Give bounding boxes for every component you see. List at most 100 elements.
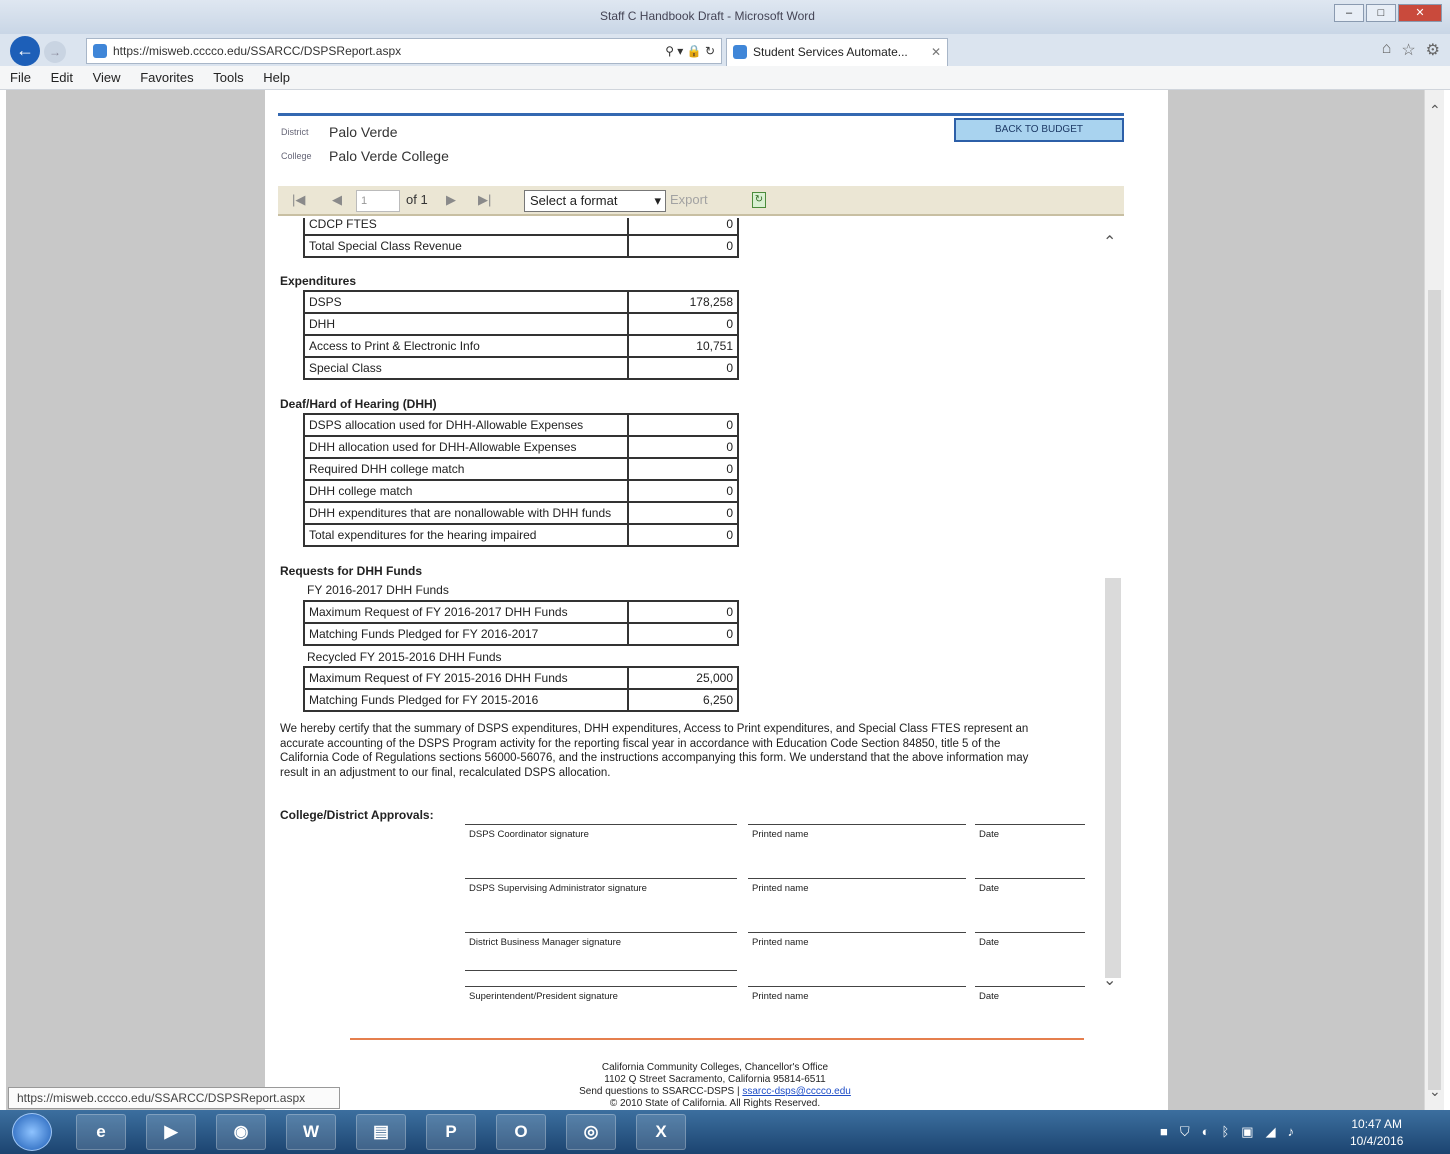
signature-line[interactable]: Superintendent/President signature xyxy=(465,986,737,1002)
report-scrollbar[interactable] xyxy=(1105,578,1121,978)
outlook-icon[interactable]: O xyxy=(496,1114,546,1150)
tray-app-icon[interactable]: ■ xyxy=(1160,1124,1168,1140)
report-scroll-down-icon[interactable]: ⌄ xyxy=(1103,970,1116,990)
address-url: https://misweb.cccco.edu/SSARCC/DSPSRepo… xyxy=(113,44,402,58)
last-page-icon[interactable]: ▶| xyxy=(478,192,491,208)
export-link[interactable]: Export xyxy=(670,192,708,207)
signature-line[interactable]: District Business Manager signature xyxy=(465,932,737,948)
media-player-icon[interactable]: ▶ xyxy=(146,1114,196,1150)
table-row: Total expenditures for the hearing impai… xyxy=(303,523,739,547)
clock[interactable]: 10:47 AM 10/4/2016 xyxy=(1350,1116,1403,1150)
menu-view[interactable]: View xyxy=(93,70,121,85)
chrome-icon[interactable]: ◉ xyxy=(216,1114,266,1150)
row-label: Total Special Class Revenue xyxy=(303,234,629,258)
back-to-budget-button[interactable]: BACK TO BUDGET xyxy=(954,118,1124,142)
signature-line[interactable]: DSPS Coordinator signature xyxy=(465,824,737,840)
excel-icon[interactable]: X xyxy=(636,1114,686,1150)
minimize-button[interactable]: – xyxy=(1334,4,1364,22)
row-label: DSPS allocation used for DHH-Allowable E… xyxy=(303,413,629,437)
address-toolbar: ← → https://misweb.cccco.edu/SSARCC/DSPS… xyxy=(0,34,1450,66)
printed-name-line[interactable]: Printed name xyxy=(748,878,966,894)
format-select[interactable]: Select a format ▾ xyxy=(524,190,666,212)
printed-name-line[interactable]: Printed name xyxy=(748,932,966,948)
printed-name-line[interactable]: Printed name xyxy=(748,824,966,840)
footer-line: California Community Colleges, Chancello… xyxy=(601,1062,829,1073)
tray-bluetooth-icon[interactable]: ᛒ xyxy=(1221,1124,1229,1140)
scroll-thumb[interactable] xyxy=(1428,290,1441,1090)
settings-gear-icon[interactable]: ⚙ xyxy=(1426,40,1440,60)
internet-explorer-icon[interactable]: e xyxy=(76,1114,126,1150)
report-scroll-up-icon[interactable]: ⌃ xyxy=(1103,232,1116,252)
report-content: CDCP FTES 0 Total Special Class Revenue 0 … xyxy=(265,218,1125,978)
date-line[interactable]: Date xyxy=(975,986,1085,1002)
address-controls[interactable]: ⚲ ▾ 🔒 ↻ xyxy=(665,39,715,63)
date-line[interactable]: Date xyxy=(975,824,1085,840)
fy-funds-table: Maximum Request of FY 2016-2017 DHH Fund… xyxy=(303,600,739,646)
powerpoint-icon[interactable]: P xyxy=(426,1114,476,1150)
browser-tab[interactable]: Student Services Automate... ✕ xyxy=(726,38,948,66)
page-scrollbar[interactable]: ⌃ ⌄ xyxy=(1424,90,1444,1110)
format-select-value: Select a format xyxy=(530,193,618,208)
start-button[interactable] xyxy=(12,1113,52,1151)
tray-device-icon[interactable]: ▣ xyxy=(1241,1124,1253,1140)
table-row: CDCP FTES 0 xyxy=(303,218,739,236)
recycled-funds-table: Maximum Request of FY 2015-2016 DHH Fund… xyxy=(303,666,739,712)
menu-file[interactable]: File xyxy=(10,70,31,85)
scroll-up-icon[interactable]: ⌃ xyxy=(1429,102,1441,119)
printed-name-line[interactable]: Printed name xyxy=(748,986,966,1002)
row-label: DSPS xyxy=(303,290,629,314)
row-label: DHH allocation used for DHH-Allowable Ex… xyxy=(303,435,629,459)
row-label: DHH xyxy=(303,312,629,336)
network-app-icon[interactable]: ◎ xyxy=(566,1114,616,1150)
footer-line: 1102 Q Street Sacramento, California 958… xyxy=(604,1074,826,1085)
table-row: DHH allocation used for DHH-Allowable Ex… xyxy=(303,435,739,459)
menu-favorites[interactable]: Favorites xyxy=(140,70,193,85)
row-value: 25,000 xyxy=(627,666,739,690)
menu-help[interactable]: Help xyxy=(263,70,290,85)
previous-page-icon[interactable]: ◀ xyxy=(332,192,342,208)
address-bar[interactable]: https://misweb.cccco.edu/SSARCC/DSPSRepo… xyxy=(86,38,722,64)
table-row: DSPS allocation used for DHH-Allowable E… xyxy=(303,413,739,437)
menu-bar: File Edit View Favorites Tools Help xyxy=(0,66,1450,90)
close-window-button[interactable]: ✕ xyxy=(1398,4,1442,22)
row-value: 0 xyxy=(627,622,739,646)
district-value: Palo Verde xyxy=(329,124,398,140)
table-row: Matching Funds Pledged for FY 2016-2017 0 xyxy=(303,622,739,646)
footer-contact: Send questions to SSARCC-DSPS | ssarcc-d… xyxy=(415,1086,1015,1098)
maximize-button[interactable]: □ xyxy=(1366,4,1396,22)
home-icon[interactable]: ⌂ xyxy=(1382,40,1392,60)
window-controls: – □ ✕ xyxy=(1334,4,1442,22)
scroll-down-icon[interactable]: ⌄ xyxy=(1429,1083,1441,1100)
next-page-icon[interactable]: ▶ xyxy=(446,192,456,208)
date-line[interactable]: Date xyxy=(975,878,1085,894)
table-row: Maximum Request of FY 2016-2017 DHH Fund… xyxy=(303,600,739,624)
date-line[interactable]: Date xyxy=(975,932,1085,948)
recycled-funds-heading: Recycled FY 2015-2016 DHH Funds xyxy=(307,650,502,664)
word-icon[interactable]: W xyxy=(286,1114,336,1150)
favorites-star-icon[interactable]: ☆ xyxy=(1401,40,1415,60)
first-page-icon[interactable]: |◀ xyxy=(292,192,305,208)
network-signal-icon[interactable]: ◢ xyxy=(1266,1124,1276,1140)
row-value: 10,751 xyxy=(627,334,739,358)
refresh-icon[interactable]: ↻ xyxy=(752,192,766,208)
row-value: 0 xyxy=(627,413,739,437)
tray-shield-icon[interactable]: ⛉ xyxy=(1180,1124,1190,1140)
volume-icon[interactable]: ♪ xyxy=(1288,1124,1295,1140)
row-value: 178,258 xyxy=(627,290,739,314)
footer-divider xyxy=(350,1038,1084,1040)
support-email-link[interactable]: ssarcc-dsps@cccco.edu xyxy=(742,1086,851,1097)
page-number-input[interactable]: 1 xyxy=(356,190,400,212)
forward-button[interactable]: → xyxy=(44,41,66,63)
clock-time: 10:47 AM xyxy=(1351,1117,1403,1131)
file-explorer-icon[interactable]: ▤ xyxy=(356,1114,406,1150)
tray-sync-icon[interactable]: ◐ xyxy=(1202,1124,1210,1140)
table-row: DHH 0 xyxy=(303,312,739,336)
back-button[interactable]: ← xyxy=(10,36,40,66)
menu-tools[interactable]: Tools xyxy=(213,70,243,85)
menu-edit[interactable]: Edit xyxy=(51,70,73,85)
tab-favicon-icon xyxy=(733,45,747,59)
close-tab-icon[interactable]: ✕ xyxy=(931,39,941,65)
signature-line[interactable]: DSPS Supervising Administrator signature xyxy=(465,878,737,894)
signature-line-bottom[interactable] xyxy=(465,970,737,978)
row-label: Access to Print & Electronic Info xyxy=(303,334,629,358)
